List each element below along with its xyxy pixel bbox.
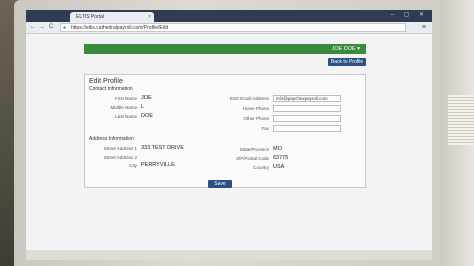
street1-value: 333 TEST DRIVE <box>141 145 184 151</box>
first-name-value: JOE <box>141 95 152 101</box>
forward-arrow-icon[interactable]: → <box>39 23 45 32</box>
paper-stack <box>448 95 474 145</box>
url-text: https://eltis.cathedralpayroll.com/Profi… <box>71 25 168 31</box>
last-name-label: Last Name <box>115 114 137 119</box>
lock-icon: ● <box>63 25 67 31</box>
email-label: ESS Email Address <box>229 96 269 101</box>
country-value: USA <box>273 164 285 170</box>
street2-label: Street Address 2 <box>103 155 137 160</box>
back-arrow-icon[interactable]: ← <box>30 23 36 32</box>
fax-field[interactable] <box>273 125 341 132</box>
other-phone-label: Other Phone <box>243 116 269 121</box>
browser-toolbar: ← → C ● https://eltis.cathedralpayroll.c… <box>26 22 432 34</box>
menu-icon[interactable]: ≡ <box>422 23 426 32</box>
address-bar[interactable]: ● https://eltis.cathedralpayroll.com/Pro… <box>60 23 406 32</box>
tab-close-icon[interactable]: × <box>148 12 151 22</box>
edit-profile-panel: Edit Profile Contact Information First N… <box>84 74 366 188</box>
address-section-heading: Address Information <box>89 136 134 142</box>
other-phone-field[interactable] <box>273 115 341 122</box>
city-label: City <box>129 163 137 168</box>
tab-title: ELTIS Portal <box>76 14 104 20</box>
reload-icon[interactable]: C <box>49 23 53 32</box>
page-content: JOE DOE ▾ Back to Profile Edit Profile C… <box>26 34 432 260</box>
contact-section-heading: Contact Information <box>89 86 133 92</box>
email-field[interactable]: info@paychexpayroll.com <box>273 95 341 102</box>
city-value: PERRYVILLE <box>141 162 175 168</box>
country-label: Country <box>253 165 269 170</box>
back-to-profile-button[interactable]: Back to Profile <box>328 58 366 66</box>
browser-tab[interactable]: ELTIS Portal × <box>70 12 154 22</box>
zip-label: ZIP/Postal Code <box>236 156 269 161</box>
fax-label: Fax <box>261 126 269 131</box>
save-button[interactable]: Save <box>208 180 232 188</box>
browser-tabstrip: ELTIS Portal × – ▢ ✕ <box>26 10 432 22</box>
user-menu[interactable]: JOE DOE ▾ <box>332 45 360 53</box>
home-phone-label: Home Phone <box>242 106 269 111</box>
home-phone-field[interactable] <box>273 105 341 112</box>
state-value: MO <box>273 146 282 152</box>
app-header-bar: JOE DOE ▾ <box>84 44 366 54</box>
last-name-value: DOE <box>141 113 153 119</box>
page-title: Edit Profile <box>89 78 123 85</box>
monitor-bezel-bottom <box>26 250 432 260</box>
middle-name-label: Middle Name <box>110 105 137 110</box>
monitor-screen: ELTIS Portal × – ▢ ✕ ← → C ● https://elt… <box>26 10 432 260</box>
zip-value: 63775 <box>273 155 289 161</box>
street1-label: Street Address 1 <box>103 146 137 151</box>
state-label: State/Province <box>239 147 269 152</box>
middle-name-value: L <box>141 104 145 110</box>
first-name-label: First Name <box>114 96 137 101</box>
window-controls[interactable]: – ▢ ✕ <box>391 11 428 18</box>
